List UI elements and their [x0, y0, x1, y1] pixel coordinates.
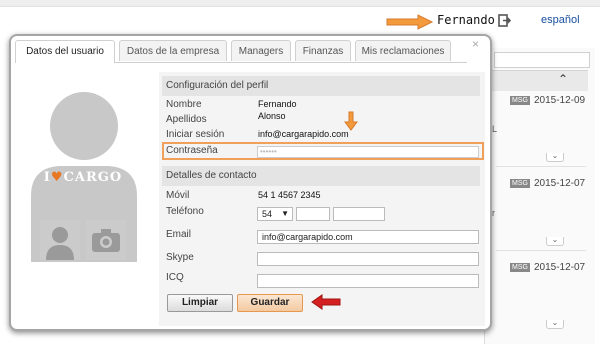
tab-datos-usuario[interactable]: Datos del usuario [15, 40, 115, 63]
brand-logo: I♥CARGO [43, 170, 123, 185]
clear-button[interactable]: Limpiar [167, 294, 233, 312]
annotation-arrow-user [386, 14, 434, 30]
nombre-value: Fernando [258, 99, 297, 109]
user-avatar-icon[interactable] [40, 220, 80, 260]
email-label: Email [166, 229, 192, 240]
tab-managers[interactable]: Managers [231, 40, 291, 61]
message-badge: MSG [510, 263, 530, 272]
tab-bar: Datos del usuario Datos de la empresa Ma… [15, 40, 467, 63]
divider [496, 166, 586, 167]
divider [496, 250, 586, 251]
close-icon[interactable]: × [472, 37, 479, 51]
background-header [484, 70, 588, 91]
tab-finanzas[interactable]: Finanzas [295, 40, 351, 61]
top-border [0, 0, 600, 7]
background-row: MSG 2015-12-07 [510, 178, 585, 189]
annotation-arrow-save [311, 294, 341, 310]
user-name[interactable]: Fernando [437, 13, 495, 27]
movil-label: Móvil [166, 190, 190, 201]
dropdown-arrow-icon: ▼ [281, 209, 289, 218]
save-button[interactable]: Guardar [237, 294, 303, 312]
login-value: info@cargarapido.com [258, 129, 349, 139]
icq-input[interactable] [257, 274, 479, 288]
logout-icon[interactable] [498, 14, 511, 27]
background-fragment: L [492, 124, 498, 134]
background-panel [484, 48, 595, 344]
background-select [494, 52, 590, 68]
profile-section-title: Configuración del perfil [162, 76, 480, 96]
background-row: MSG 2015-12-07 [510, 262, 585, 273]
phone-country-code: 54 [262, 209, 273, 219]
telefono-label: Teléfono [166, 206, 204, 217]
phone-number-input[interactable] [333, 207, 385, 221]
tab-mis-reclamaciones[interactable]: Mis reclamaciones [355, 40, 451, 61]
language-link[interactable]: español [541, 14, 580, 26]
contact-section-title: Detalles de contacto [162, 166, 480, 186]
movil-value: 54 1 4567 2345 [258, 190, 321, 200]
row-date: 2015-12-09 [533, 95, 586, 106]
chevron-down-icon: ⌄ [546, 319, 564, 329]
email-input[interactable]: info@cargarapido.com [257, 230, 479, 244]
skype-input[interactable] [257, 252, 479, 266]
apellidos-value: Alonso [258, 111, 286, 121]
annotation-arrow-password [344, 111, 358, 131]
message-badge: MSG [510, 96, 530, 105]
icq-label: ICQ [166, 272, 184, 283]
apellidos-label: Apellidos [166, 114, 207, 125]
phone-area-input[interactable] [296, 207, 330, 221]
chevron-down-icon: ⌄ [546, 236, 564, 246]
row-date: 2015-12-07 [533, 178, 586, 189]
row-date: 2015-12-07 [533, 262, 586, 273]
camera-icon[interactable] [86, 220, 126, 260]
password-label: Contraseña [166, 145, 218, 156]
phone-country-select[interactable]: 54 ▼ [257, 207, 293, 221]
message-badge: MSG [510, 179, 530, 188]
tab-datos-empresa[interactable]: Datos de la empresa [119, 40, 227, 61]
skype-label: Skype [166, 252, 194, 263]
login-label: Iniciar sesión [166, 129, 225, 140]
caret-up-icon: ⌃ [558, 72, 569, 86]
chevron-down-icon: ⌄ [546, 152, 564, 162]
background-row: MSG 2015-12-09 [510, 95, 585, 106]
background-fragment: r [492, 208, 495, 218]
password-input[interactable]: •••••• [257, 146, 479, 158]
nombre-label: Nombre [166, 99, 202, 110]
